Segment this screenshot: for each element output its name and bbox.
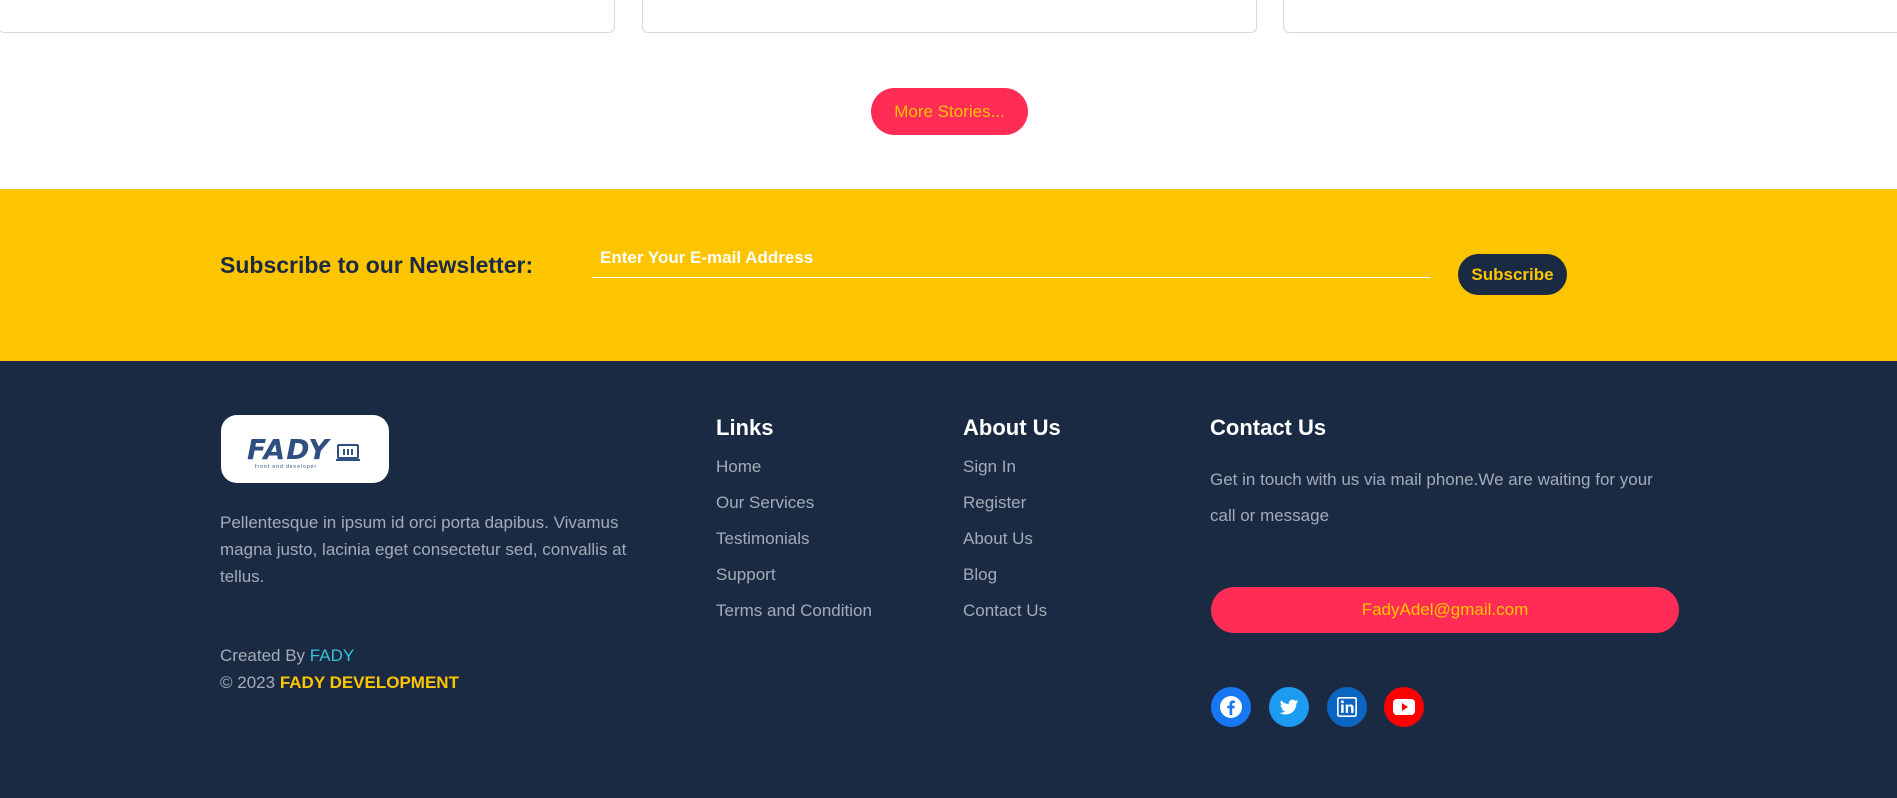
linkedin-icon[interactable] <box>1327 687 1367 727</box>
footer-logo[interactable]: FADY front end developer <box>221 415 389 483</box>
footer-link-blog[interactable]: Blog <box>963 565 1047 601</box>
stories-section: More Stories... <box>0 0 1897 190</box>
story-card[interactable] <box>642 0 1257 33</box>
about-us-list: Sign In Register About Us Blog Contact U… <box>963 457 1047 637</box>
story-card[interactable] <box>0 0 615 33</box>
footer-link-register[interactable]: Register <box>963 493 1047 529</box>
newsletter-section: Subscribe to our Newsletter: Subscribe <box>0 189 1897 361</box>
contact-us-title: Contact Us <box>1210 415 1327 440</box>
newsletter-email-input[interactable] <box>592 239 1431 278</box>
twitter-icon[interactable] <box>1269 687 1309 727</box>
laptop-icon <box>335 443 361 468</box>
subscribe-button[interactable]: Subscribe <box>1458 254 1567 295</box>
footer-link-testimonials[interactable]: Testimonials <box>716 529 872 565</box>
site-footer: FADY front end developer Pellentesque in… <box>0 361 1897 798</box>
footer-link-terms[interactable]: Terms and Condition <box>716 601 872 637</box>
links-list: Home Our Services Testimonials Support T… <box>716 457 872 637</box>
footer-link-contact-us[interactable]: Contact Us <box>963 601 1047 637</box>
facebook-icon[interactable] <box>1211 687 1251 727</box>
about-us-title: About Us <box>963 415 1061 440</box>
created-by: Created By FADY <box>220 646 354 666</box>
footer-about-text: Pellentesque in ipsum id orci porta dapi… <box>220 513 627 586</box>
contact-text: Get in touch with us via mail phone.We a… <box>1210 470 1653 525</box>
youtube-icon[interactable] <box>1384 687 1424 727</box>
email-button[interactable]: FadyAdel@gmail.com <box>1211 587 1679 633</box>
story-card[interactable] <box>1283 0 1897 33</box>
footer-link-support[interactable]: Support <box>716 565 872 601</box>
footer-link-our-services[interactable]: Our Services <box>716 493 872 529</box>
copyright-prefix: © 2023 <box>220 673 276 692</box>
copyright-brand[interactable]: FADY DEVELOPMENT <box>280 673 459 692</box>
links-title: Links <box>716 415 774 440</box>
created-prefix: Created By <box>220 646 306 665</box>
creator-link[interactable]: FADY <box>310 646 354 665</box>
newsletter-title: Subscribe to our Newsletter: <box>220 252 534 278</box>
footer-link-home[interactable]: Home <box>716 457 872 493</box>
footer-link-sign-in[interactable]: Sign In <box>963 457 1047 493</box>
copyright: © 2023 FADY DEVELOPMENT <box>220 673 459 693</box>
logo-subtitle: front end developer <box>255 464 318 470</box>
more-stories-button[interactable]: More Stories... <box>871 88 1028 135</box>
footer-link-about-us[interactable]: About Us <box>963 529 1047 565</box>
logo-text: FADY <box>247 433 330 466</box>
